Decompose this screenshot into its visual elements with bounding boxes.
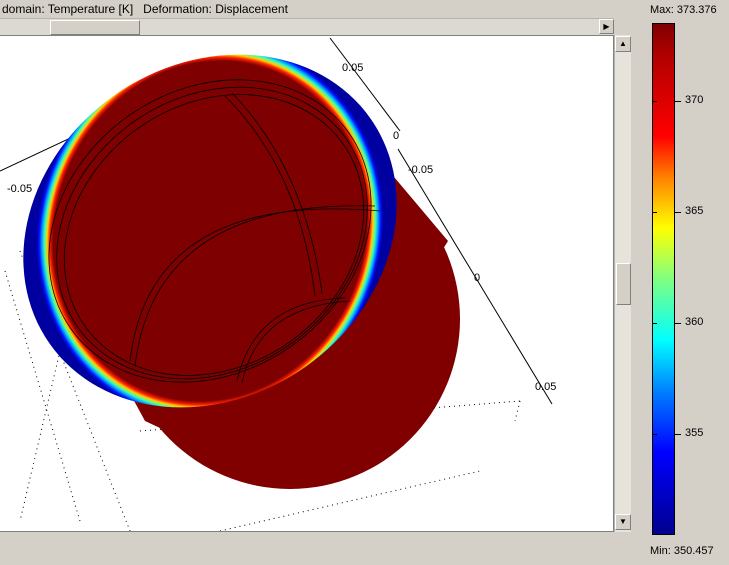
colorbar-max-label: Max: 373.376 [650, 4, 717, 16]
colorbar-tick [652, 323, 657, 324]
colorbar-tick [652, 212, 657, 213]
horizontal-scroll-thumb[interactable] [50, 20, 140, 35]
axis-label-5: 0.05 [535, 381, 556, 393]
scroll-up-button[interactable]: ▲ [615, 36, 631, 52]
axis-label-4: 0 [474, 272, 480, 284]
axis-label-2: -0.05 [408, 164, 433, 176]
colorbar-gradient [652, 23, 675, 535]
colorbar-tick-label: 370 [685, 94, 704, 106]
colorbar-tick-label: 365 [685, 205, 704, 217]
scroll-right-button[interactable]: ▶ [599, 19, 614, 34]
axis-label-3: -0.05 [7, 183, 32, 195]
colorbar-tick [652, 101, 657, 102]
colorbar-tick-label: 355 [685, 427, 704, 439]
plot-title: domain: Temperature [K] Deformation: Dis… [2, 2, 288, 16]
colorbar-tick [675, 323, 681, 324]
colorbar-tick [675, 434, 681, 435]
colorbar-legend: Max: 373.376 370 365 360 355 Min: 350.45… [640, 0, 729, 565]
colorbar-tick-label: 360 [685, 316, 704, 328]
axis-label-1: 0 [393, 130, 399, 142]
horizontal-scrollbar[interactable]: ▶ [0, 18, 614, 35]
axis-label-0: 0.05 [342, 62, 363, 74]
vertical-scroll-thumb[interactable] [616, 263, 631, 305]
colorbar-min-label: Min: 350.457 [650, 545, 714, 557]
scroll-down-button[interactable]: ▼ [615, 514, 631, 530]
3d-plot: 0.05 0 -0.05 -0.05 0 0.05 [0, 37, 556, 531]
vertical-scrollbar[interactable]: ▲ ▼ [614, 35, 631, 532]
colorbar-tick [675, 212, 681, 213]
colorbar-tick [675, 101, 681, 102]
colorbar-tick [652, 434, 657, 435]
plot-viewport[interactable]: 0.05 0 -0.05 -0.05 0 0.05 [0, 35, 614, 532]
bottom-panel [0, 532, 640, 565]
